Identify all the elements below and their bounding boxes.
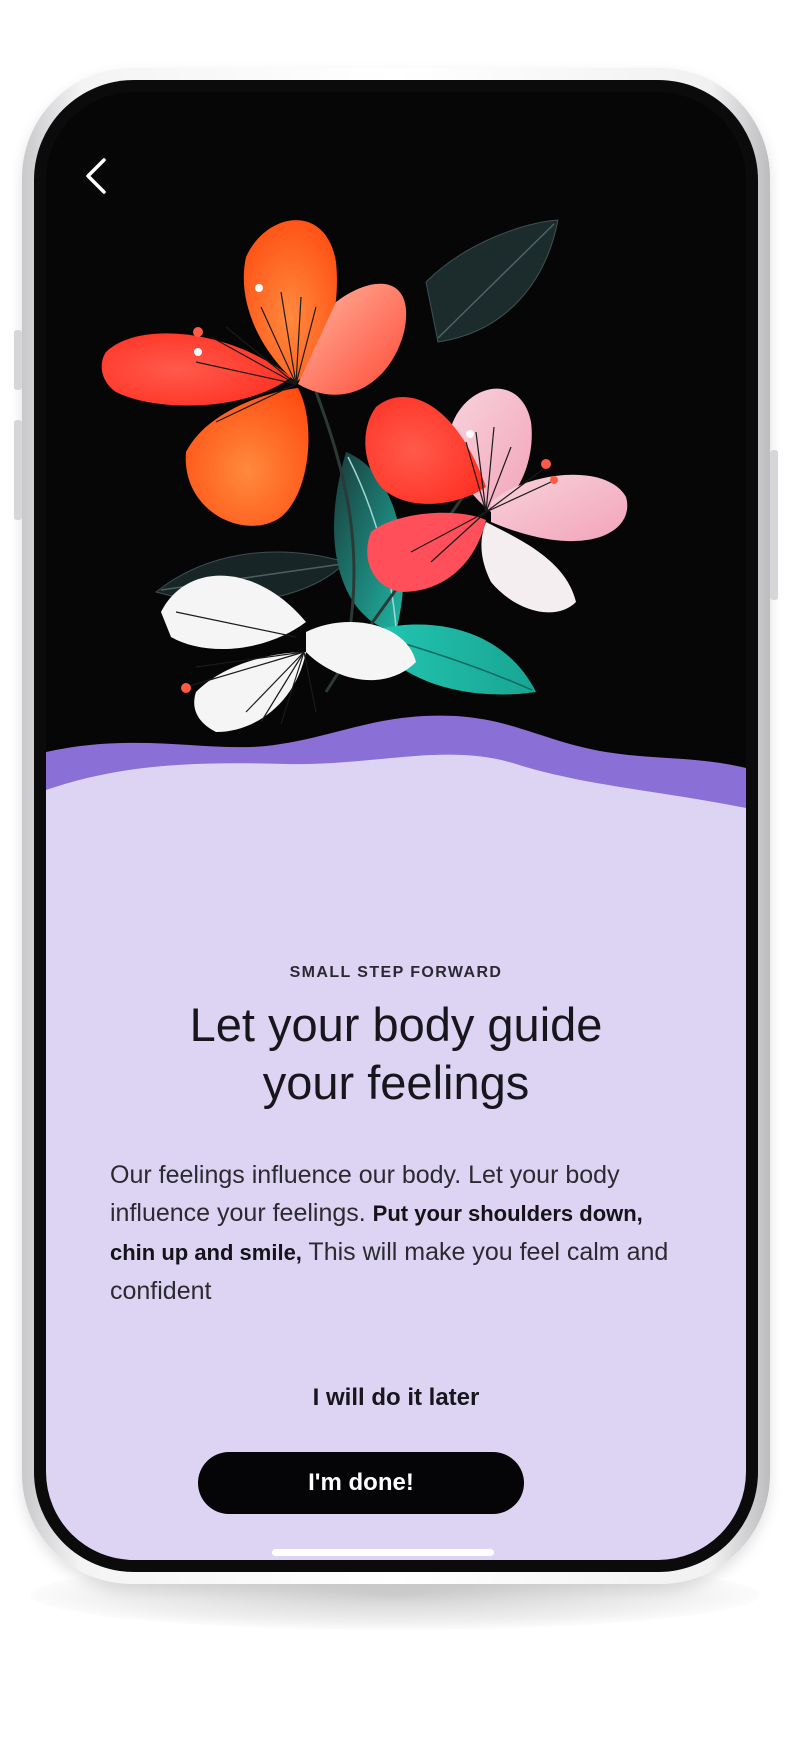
app-screen: SMALL STEP FORWARD Let your body guide y…	[46, 92, 746, 1560]
leaf-dark-top	[425, 219, 559, 343]
title-line-1: Let your body guide	[189, 998, 603, 1051]
stage: SMALL STEP FORWARD Let your body guide y…	[0, 0, 792, 1738]
chevron-left-icon	[86, 158, 106, 194]
page-title: Let your body guide your feelings	[86, 996, 706, 1112]
flower-pink	[365, 388, 628, 613]
back-button[interactable]	[74, 154, 118, 198]
side-button-power	[770, 450, 778, 600]
side-button-mute	[14, 330, 22, 390]
eyebrow-label: SMALL STEP FORWARD	[289, 964, 503, 981]
title-line-2: your feelings	[262, 1056, 530, 1109]
do-it-later-link[interactable]: I will do it later	[46, 1384, 746, 1412]
done-button[interactable]: I'm done!	[198, 1452, 524, 1514]
home-indicator[interactable]	[272, 1549, 494, 1556]
side-button-volume-up	[14, 420, 22, 520]
content-panel: SMALL STEP FORWARD Let your body guide y…	[46, 872, 746, 1560]
body-paragraph: Our feelings influence our body. Let you…	[110, 1156, 690, 1310]
